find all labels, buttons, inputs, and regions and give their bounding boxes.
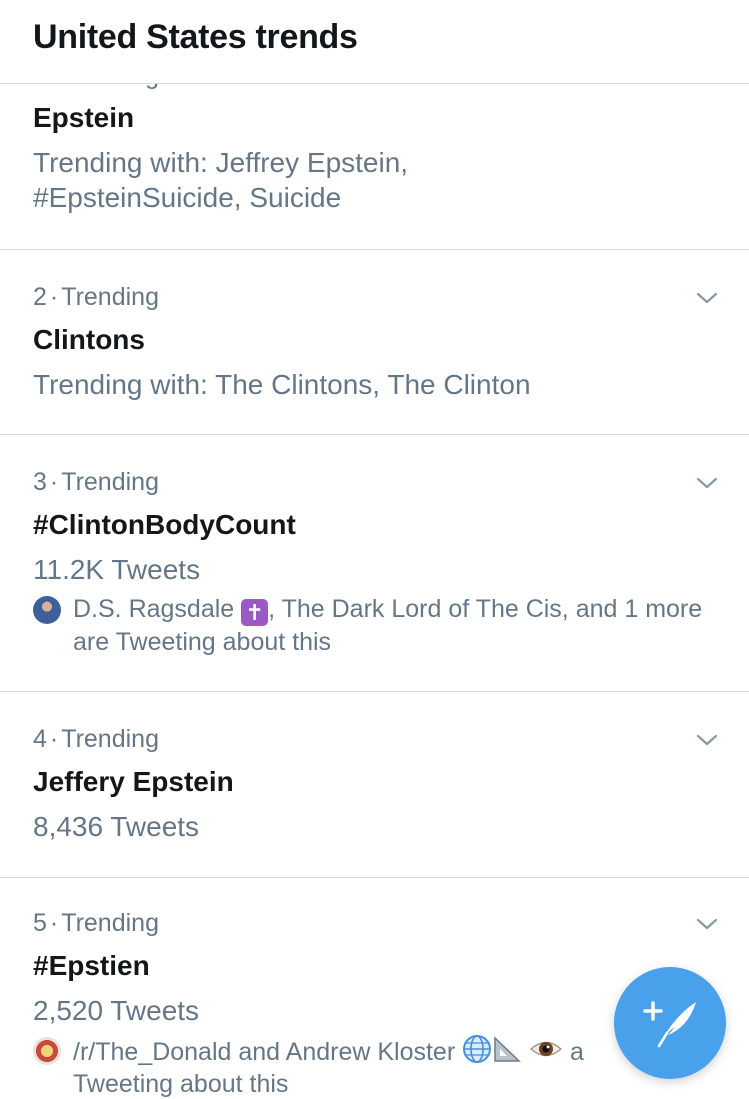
trend-meta: 4 · Trending	[33, 725, 159, 754]
separator-dot: ·	[49, 725, 59, 753]
trend-item-3[interactable]: 3 · Trending #ClintonBodyCount 11.2K Tweet…	[0, 435, 749, 692]
trend-label: Trending	[61, 909, 159, 937]
trend-name: #Epstien	[33, 950, 150, 981]
trend-label: Trending	[61, 283, 159, 311]
chevron-down-icon[interactable]	[696, 287, 718, 309]
chevron-down-icon[interactable]	[696, 913, 718, 935]
separator-dot: ·	[49, 909, 59, 937]
header: United States trends	[0, 0, 749, 84]
trends-page: United States trends 1·Trending Epstein …	[0, 0, 749, 1099]
globe-icon	[463, 1035, 492, 1063]
trend-name: Epstein	[33, 102, 135, 133]
compose-tweet-button[interactable]	[614, 967, 726, 1079]
context-line2: Tweeting about this	[73, 1070, 289, 1098]
trend-name: Clintons	[33, 324, 145, 355]
context-suffix: a	[570, 1038, 584, 1066]
trend-name: Jeffery Epstein	[33, 766, 234, 797]
trend-rank: 3	[33, 468, 47, 496]
trend-label: Trending	[61, 725, 159, 753]
trend-rank: 4	[33, 725, 47, 753]
context-name: D.S. Ragsdale	[73, 595, 235, 623]
separator-dot: ·	[49, 468, 59, 496]
avatar	[33, 596, 61, 624]
chevron-down-icon[interactable]	[696, 472, 718, 494]
trend-meta: 3 · Trending	[33, 468, 159, 497]
latin-cross-emoji-icon: ✝	[241, 599, 269, 626]
trend-name: #ClintonBodyCount	[33, 509, 296, 540]
trend-meta: 2 · Trending	[33, 283, 159, 312]
trend-tweet-count: 2,520 Tweets	[33, 995, 200, 1026]
trend-label: Trending	[61, 468, 159, 496]
trend-tweet-count: 11.2K Tweets	[33, 554, 201, 585]
context-name: /r/The_Donald and Andrew Kloster	[73, 1038, 456, 1066]
trend-rank: 2	[33, 283, 47, 311]
eye-icon	[530, 1041, 563, 1057]
triangular-ruler-icon	[494, 1036, 521, 1062]
chevron-down-icon[interactable]	[696, 729, 718, 751]
trend-tweet-count: 8,436 Tweets	[33, 811, 200, 842]
separator-dot: ·	[49, 283, 59, 311]
trend-subtitle: Trending with: The Clintons, The Clinton	[33, 369, 531, 400]
page-title: United States trends	[33, 18, 358, 56]
trend-context: D.S. Ragsdale ✝, The Dark Lord of The Ci…	[33, 593, 713, 658]
trend-subtitle: Trending with: Jeffrey Epstein, #Epstein…	[33, 147, 409, 213]
trend-item-2[interactable]: 2 · Trending Clintons Trending with: The C…	[0, 250, 749, 435]
avatar	[33, 1037, 61, 1065]
trend-meta: 5 · Trending	[33, 909, 159, 938]
trend-item-4[interactable]: 4 · Trending Jeffery Epstein 8,436 Tweets	[0, 692, 749, 878]
trend-rank: 5	[33, 909, 47, 937]
trend-context: /r/The_Donald and Andrew Kloster a Tweet…	[33, 1034, 713, 1099]
context-text: D.S. Ragsdale ✝, The Dark Lord of The Ci…	[73, 593, 713, 658]
compose-tweet-icon	[643, 1001, 696, 1048]
